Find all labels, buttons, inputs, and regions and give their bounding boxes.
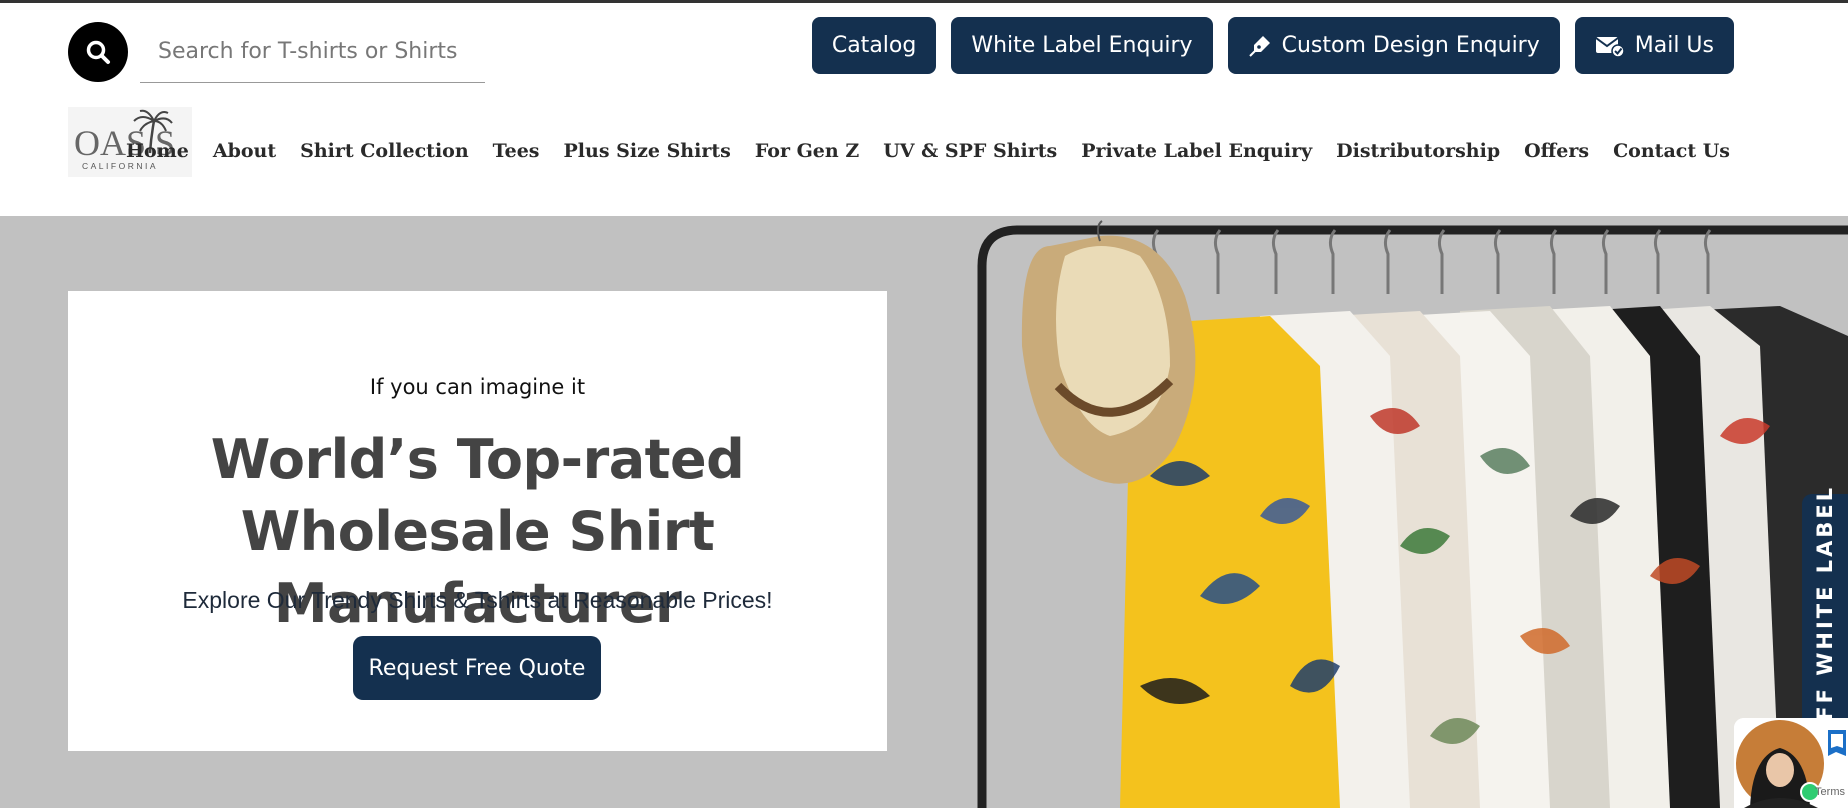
nav-contact-us[interactable]: Contact Us <box>1613 140 1730 162</box>
nav-distributorship[interactable]: Distributorship <box>1336 140 1500 162</box>
nav-home[interactable]: Home <box>126 140 189 162</box>
hero-subline: Explore Our Trendy Shirts & Tshirts at R… <box>182 587 773 613</box>
main-nav: Home About Shirt Collection Tees Plus Si… <box>126 140 1730 162</box>
nav-for-gen-z[interactable]: For Gen Z <box>755 140 859 162</box>
white-label-enquiry-button[interactable]: White Label Enquiry <box>951 17 1213 74</box>
nav-private-label-enquiry[interactable]: Private Label Enquiry <box>1081 140 1312 162</box>
search-button[interactable] <box>68 22 128 82</box>
hero-tagline: If you can imagine it <box>369 375 586 399</box>
request-free-quote-button[interactable]: Request Free Quote <box>353 636 601 700</box>
hero-headline-line1: World’s Top-rated <box>210 428 745 491</box>
shirt-rack-image <box>977 220 1848 808</box>
white-label-enquiry-label: White Label Enquiry <box>971 33 1193 58</box>
hero-card: If you can imagine it World’s Top-rated … <box>68 291 887 751</box>
mail-us-button[interactable]: Mail Us <box>1574 17 1734 74</box>
mail-check-icon <box>1595 36 1625 58</box>
custom-design-enquiry-button[interactable]: Custom Design Enquiry <box>1227 17 1560 74</box>
catalog-label: Catalog <box>831 33 917 58</box>
chat-widget[interactable]: Terms <box>1734 718 1848 808</box>
nav-tees[interactable]: Tees <box>493 140 540 162</box>
nav-shirt-collection[interactable]: Shirt Collection <box>300 140 469 162</box>
nav-about[interactable]: About <box>213 140 276 162</box>
catalog-button[interactable]: Catalog <box>811 17 937 74</box>
top-action-buttons: Catalog White Label Enquiry Custom Desig… <box>811 17 1734 74</box>
custom-design-enquiry-label: Custom Design Enquiry <box>1281 33 1540 58</box>
hero-section: If you can imagine it World’s Top-rated … <box>0 216 1848 808</box>
logo-subtext: CALIFORNIA <box>82 161 158 171</box>
nav-uv-spf-shirts[interactable]: UV & SPF Shirts <box>883 140 1057 162</box>
hero-headline-line2: Wholesale Shirt Manufacturer <box>240 500 715 635</box>
nav-offers[interactable]: Offers <box>1524 140 1589 162</box>
mail-us-label: Mail Us <box>1634 33 1714 58</box>
search-icon <box>86 40 110 64</box>
search-bar <box>68 21 485 83</box>
straw-hat <box>1021 220 1196 484</box>
top-border <box>0 0 1848 3</box>
search-input[interactable] <box>140 21 485 83</box>
chat-terms-label[interactable]: Terms <box>1815 786 1845 798</box>
pen-nib-icon <box>1248 35 1270 57</box>
nav-plus-size-shirts[interactable]: Plus Size Shirts <box>564 140 731 162</box>
